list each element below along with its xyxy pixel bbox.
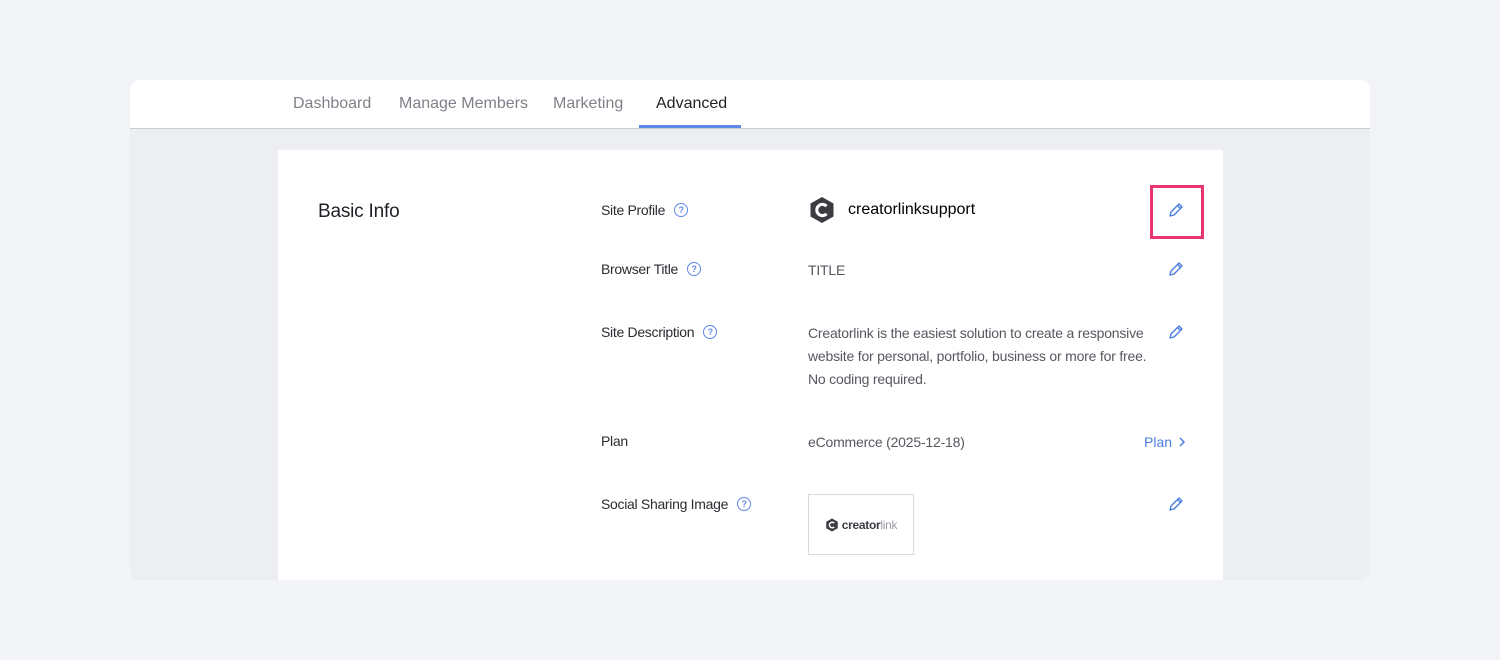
site-description-value: Creatorlink is the easiest solution to c… bbox=[808, 325, 1147, 387]
plan-label: Plan bbox=[601, 433, 628, 449]
browser-title-label: Browser Title ? bbox=[601, 261, 702, 277]
site-profile-name: creatorlinksupport bbox=[848, 201, 976, 218]
help-icon[interactable]: ? bbox=[737, 497, 752, 511]
edit-pencil-icon[interactable] bbox=[1167, 260, 1185, 278]
edit-pencil-icon[interactable] bbox=[1167, 495, 1185, 513]
basic-info-card: Basic Info Site Profile ? creatorlinksup… bbox=[278, 150, 1223, 580]
site-description-label-text: Site Description bbox=[601, 324, 695, 340]
tab-advanced[interactable]: Advanced bbox=[656, 80, 727, 128]
plan-label-text: Plan bbox=[601, 433, 628, 449]
active-tab-indicator bbox=[639, 125, 741, 128]
tab-bar: Dashboard Manage Members Marketing Advan… bbox=[130, 80, 1370, 129]
site-profile-value: creatorlinksupport bbox=[808, 196, 975, 224]
plan-value: eCommerce (2025-12-18) bbox=[808, 434, 965, 450]
help-icon[interactable]: ? bbox=[687, 262, 702, 276]
logo-text-bold: creator bbox=[841, 517, 881, 532]
site-profile-label: Site Profile ? bbox=[601, 202, 689, 218]
social-sharing-image-label: Social Sharing Image ? bbox=[601, 496, 752, 512]
tab-manage-members[interactable]: Manage Members bbox=[399, 80, 528, 128]
site-description-label: Site Description ? bbox=[601, 324, 718, 340]
help-icon[interactable]: ? bbox=[703, 325, 718, 339]
creatorlink-logo-icon bbox=[826, 518, 838, 531]
site-profile-logo-icon bbox=[810, 197, 834, 223]
help-icon[interactable]: ? bbox=[674, 203, 689, 217]
tab-marketing[interactable]: Marketing bbox=[553, 80, 623, 128]
browser-title-label-text: Browser Title bbox=[601, 261, 679, 277]
chevron-right-icon bbox=[1179, 437, 1186, 447]
settings-panel: Dashboard Manage Members Marketing Advan… bbox=[130, 80, 1370, 580]
plan-link[interactable]: Plan bbox=[1144, 434, 1187, 450]
tab-dashboard[interactable]: Dashboard bbox=[293, 80, 371, 128]
site-profile-label-text: Site Profile bbox=[601, 202, 666, 218]
social-sharing-image-thumbnail: creator link bbox=[808, 494, 914, 555]
logo-text-light: link bbox=[880, 517, 898, 532]
plan-link-label: Plan bbox=[1144, 434, 1173, 450]
highlight-box bbox=[1150, 185, 1204, 239]
browser-title-value: TITLE bbox=[808, 262, 846, 278]
social-sharing-image-label-text: Social Sharing Image bbox=[601, 496, 729, 512]
section-title: Basic Info bbox=[318, 201, 400, 222]
edit-pencil-icon[interactable] bbox=[1167, 323, 1185, 341]
